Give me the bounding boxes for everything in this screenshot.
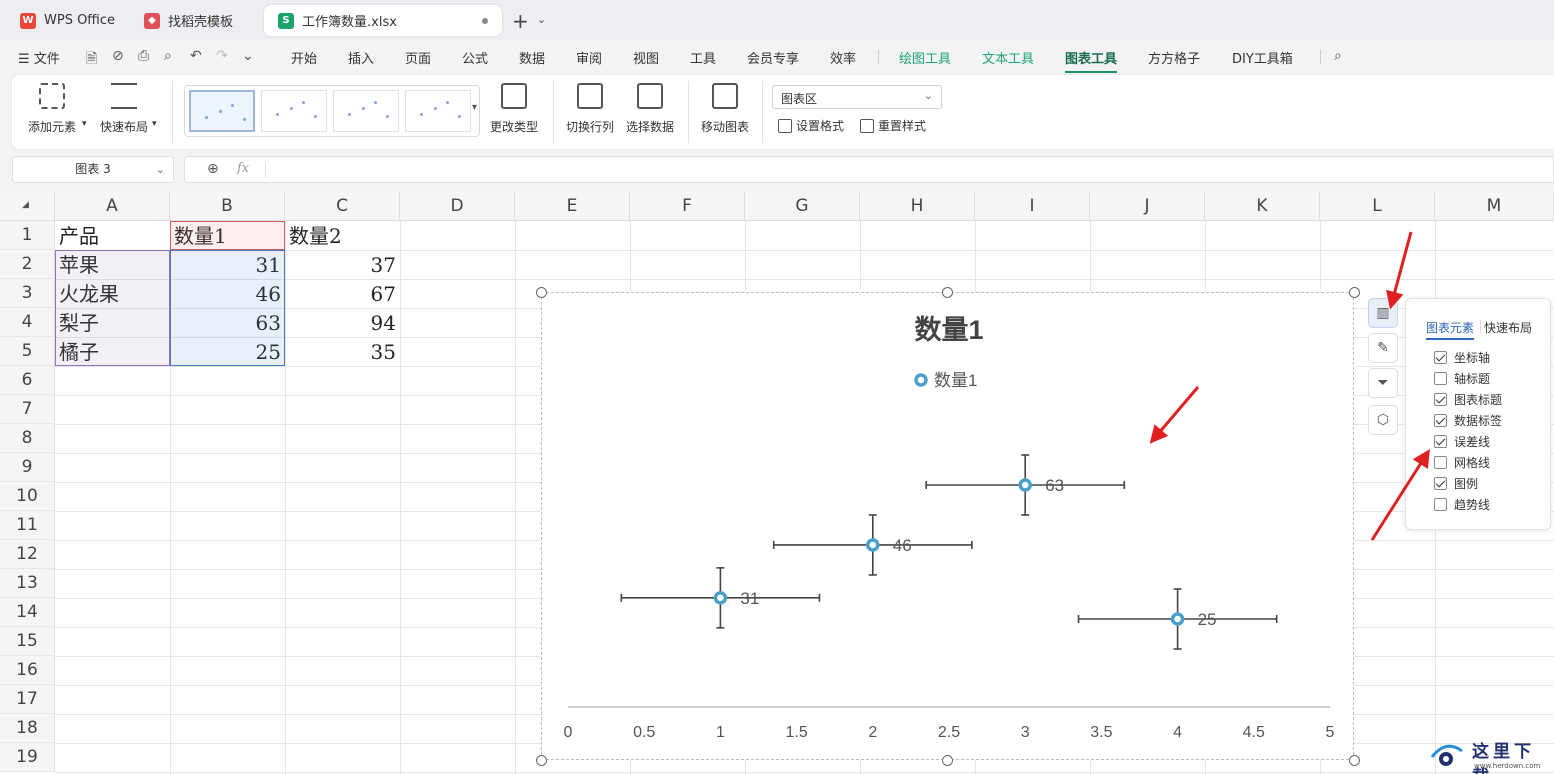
annotation-layer — [1149, 231, 1430, 541]
watermark-url: www.herdown.com — [1474, 762, 1541, 770]
watermark: 这里下载 www.herdown.com — [1424, 733, 1552, 774]
annotation-arrow — [1149, 386, 1200, 444]
annotation-arrow — [1386, 231, 1413, 310]
annotation-arrow — [1370, 448, 1430, 541]
watermark-logo — [1430, 744, 1463, 766]
